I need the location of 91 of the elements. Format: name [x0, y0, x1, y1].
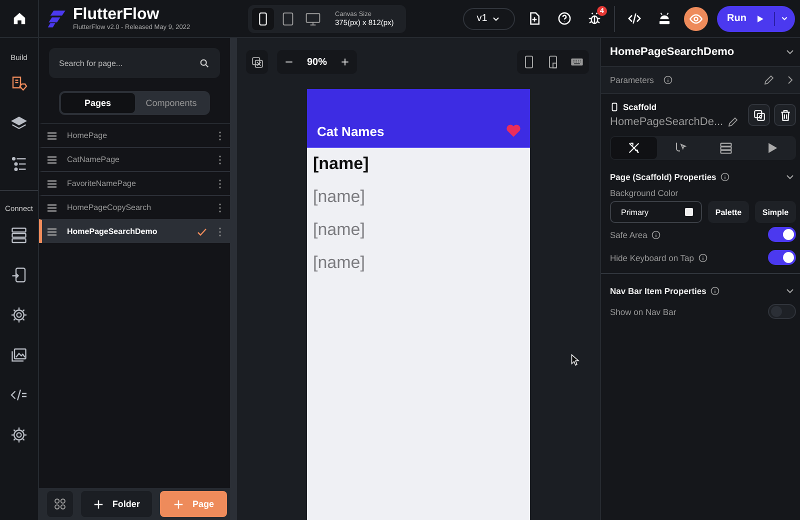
page-list-item[interactable]: HomePage: [39, 123, 230, 147]
version-dropdown[interactable]: v1: [463, 8, 515, 30]
widget-type: Scaffold: [623, 102, 657, 112]
android-icon[interactable]: [657, 11, 672, 26]
trash-icon: [778, 108, 792, 122]
drag-handle-icon[interactable]: [46, 154, 58, 166]
more-icon[interactable]: [218, 130, 222, 142]
device-tab[interactable]: [252, 8, 274, 30]
phone-icon: [610, 102, 619, 112]
phone-icon[interactable]: [522, 55, 536, 69]
image-folder-icon[interactable]: [10, 346, 28, 364]
more-icon[interactable]: [218, 226, 222, 238]
simple-button[interactable]: Simple: [755, 201, 796, 223]
plus-icon: [173, 498, 184, 510]
help-icon[interactable]: [557, 11, 572, 26]
field-label: Background Color: [610, 188, 680, 198]
play-icon: [755, 14, 766, 24]
toggle-label: Safe Area: [610, 230, 648, 240]
desktop-icon: [305, 10, 321, 26]
tablet-arrow-icon[interactable]: [10, 266, 28, 284]
toggle-switch[interactable]: [768, 250, 796, 265]
server-icon: [719, 141, 733, 155]
property-tab[interactable]: [611, 137, 657, 159]
info-icon[interactable]: [720, 172, 730, 182]
zoom-level: 90%: [306, 56, 327, 68]
drag-handle-icon[interactable]: [46, 226, 58, 238]
info-icon[interactable]: [651, 230, 662, 240]
phone-notch-icon[interactable]: [546, 55, 560, 69]
tab[interactable]: Pages: [61, 93, 134, 113]
toggle-switch[interactable]: [768, 304, 796, 319]
info-icon[interactable]: [698, 252, 708, 262]
drag-handle-icon[interactable]: [46, 202, 58, 214]
more-icon[interactable]: [218, 154, 222, 166]
page-list-item[interactable]: CatNamePage: [39, 147, 230, 171]
tools-icon: [627, 141, 641, 155]
list-item-text: [name]: [313, 186, 365, 207]
info-icon[interactable]: [710, 286, 720, 296]
home-icon[interactable]: [12, 11, 26, 26]
color-field[interactable]: Primary: [610, 201, 702, 223]
drag-handle-icon[interactable]: [46, 130, 58, 142]
add-file-icon[interactable]: [527, 11, 542, 26]
edit-icon[interactable]: [727, 116, 740, 128]
gear-icon[interactable]: [10, 306, 28, 324]
more-icon[interactable]: [218, 178, 222, 190]
app-title: FlutterFlow: [73, 6, 160, 24]
bug-icon[interactable]: [587, 11, 602, 26]
parameters-label: Parameters: [610, 75, 654, 85]
run-button[interactable]: Run: [717, 6, 795, 32]
toggle-label: Hide Keyboard on Tap: [610, 252, 694, 262]
list-item-text: [name]: [313, 153, 369, 174]
tablet-icon: [280, 10, 296, 26]
more-icon[interactable]: [218, 202, 222, 214]
toggle-switch[interactable]: [768, 227, 796, 242]
caret-icon[interactable]: [780, 14, 790, 23]
zoom-in-icon[interactable]: [340, 57, 350, 67]
drag-handle-icon[interactable]: [46, 178, 58, 190]
edit-icon[interactable]: [763, 74, 775, 86]
widget-name: HomePageSearchDe...: [610, 116, 724, 128]
app-bar-title: Cat Names: [317, 124, 386, 139]
palette-button[interactable]: Palette: [708, 201, 749, 223]
plus-icon: [93, 498, 104, 510]
search-field[interactable]: Search for page...: [49, 48, 220, 78]
fit-screen-icon: [250, 56, 264, 68]
preview-button[interactable]: [684, 6, 708, 30]
settings-icon[interactable]: [10, 426, 28, 444]
delete-button[interactable]: [774, 104, 796, 126]
scrollbar[interactable]: [230, 38, 237, 520]
grid-button[interactable]: [47, 491, 73, 517]
copy-icon: [752, 108, 766, 122]
page-title: HomePageSearchDemo: [610, 46, 736, 58]
copy-button[interactable]: [748, 104, 770, 126]
logo-icon: [47, 8, 67, 28]
search-icon[interactable]: [199, 58, 210, 68]
cursor-icon: [571, 354, 580, 366]
add-folder-button[interactable]: Folder: [80, 491, 152, 517]
section-title: Page (Scaffold) Properties: [610, 172, 716, 182]
code-icon[interactable]: [627, 11, 642, 26]
grid-icon: [52, 497, 67, 511]
list-icon[interactable]: [10, 155, 28, 173]
server-icon[interactable]: [10, 226, 28, 244]
info-icon[interactable]: [662, 75, 673, 85]
eye-icon: [689, 12, 703, 26]
page-list-item[interactable]: FavoriteNamePage: [39, 171, 230, 195]
fit-button[interactable]: [246, 50, 268, 74]
document-gem-icon[interactable]: [10, 75, 28, 93]
page-list-item[interactable]: HomePageSearchDemo: [39, 219, 230, 243]
list-item-text: [name]: [313, 252, 365, 273]
toggle-label: Show on Nav Bar: [610, 306, 676, 316]
section-title: Nav Bar Item Properties: [610, 286, 706, 296]
tab[interactable]: Components: [134, 93, 208, 113]
list-item-text: [name]: [313, 219, 365, 240]
